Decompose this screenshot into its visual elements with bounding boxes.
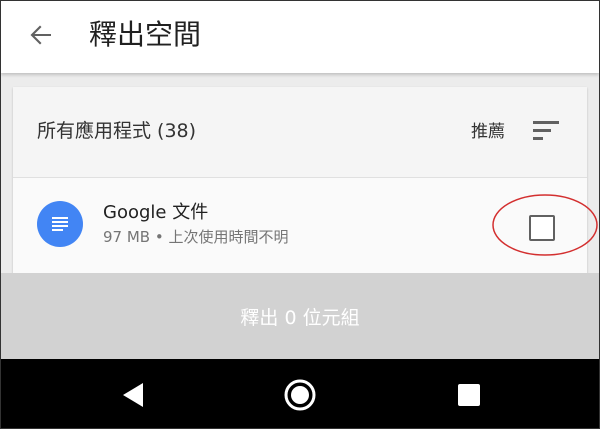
sort-icon[interactable] — [531, 119, 561, 143]
free-up-label: 釋出 0 位元組 — [240, 306, 360, 329]
red-circle-annotation — [492, 194, 598, 256]
free-up-button[interactable]: 釋出 0 位元組 — [1, 273, 599, 359]
home-circle-icon[interactable] — [282, 377, 318, 413]
back-arrow-icon[interactable] — [25, 19, 57, 51]
app-details: 97 MB • 上次使用時間不明 — [103, 228, 289, 246]
list-header: 所有應用程式 (38) 推薦 — [13, 87, 587, 178]
screen: 釋出空間 所有應用程式 (38) 推薦 Google 文件 97 MB • 上次… — [0, 0, 600, 429]
recents-square-icon[interactable] — [451, 377, 487, 413]
app-bar: 釋出空間 — [1, 1, 599, 73]
docs-icon — [37, 201, 83, 247]
list-title: 所有應用程式 (38) — [37, 120, 197, 142]
system-navigation-bar — [1, 359, 599, 428]
sort-label[interactable]: 推薦 — [471, 118, 505, 146]
back-triangle-icon[interactable] — [115, 377, 151, 413]
app-name: Google 文件 — [103, 202, 209, 223]
page-title: 釋出空間 — [89, 18, 202, 51]
